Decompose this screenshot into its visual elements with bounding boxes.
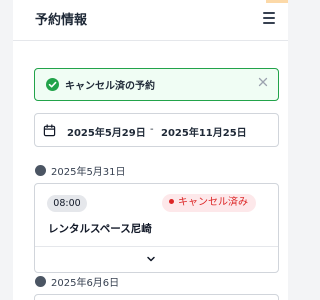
- status-badge: キャンセル済み: [162, 194, 256, 212]
- reservation-card[interactable]: 08:00 キャンセル済み レンタルスペース尼崎: [34, 183, 279, 273]
- chevron-down-icon[interactable]: [145, 253, 157, 265]
- date-separator: -: [150, 124, 154, 135]
- hamburger-menu-icon[interactable]: [263, 12, 277, 24]
- alert-message: キャンセル済の予約: [65, 81, 155, 92]
- cancelled-alert: キャンセル済の予約: [34, 68, 279, 101]
- venue-name: レンタルスペース尼崎: [48, 223, 152, 235]
- top-accent: [266, 0, 288, 3]
- status-label: キャンセル済み: [178, 197, 248, 208]
- time-badge: 08:00: [47, 195, 87, 212]
- status-dot: [169, 198, 174, 204]
- timeline-dot: [35, 165, 46, 176]
- check-circle-icon: [46, 78, 59, 91]
- card-divider: [35, 246, 278, 247]
- start-date: 2025年5月29日: [67, 128, 146, 139]
- header-divider: [13, 40, 288, 41]
- header: 予約情報: [35, 8, 275, 32]
- timeline-dot: [35, 276, 46, 287]
- end-date: 2025年11月25日: [161, 128, 247, 139]
- reservation-card[interactable]: [34, 294, 279, 300]
- main-panel: 予約情報 キャンセル済の予約 2025年5月29日 - 2025年11月25日 …: [13, 0, 288, 300]
- date-range-picker[interactable]: 2025年5月29日 - 2025年11月25日: [34, 113, 279, 147]
- calendar-icon: [43, 124, 56, 137]
- group-date: 2025年6月6日: [51, 278, 120, 289]
- group-date: 2025年5月31日: [51, 167, 126, 178]
- app-frame: 予約情報 キャンセル済の予約 2025年5月29日 - 2025年11月25日 …: [0, 0, 300, 300]
- close-icon[interactable]: [257, 76, 269, 88]
- page-title: 予約情報: [35, 13, 88, 28]
